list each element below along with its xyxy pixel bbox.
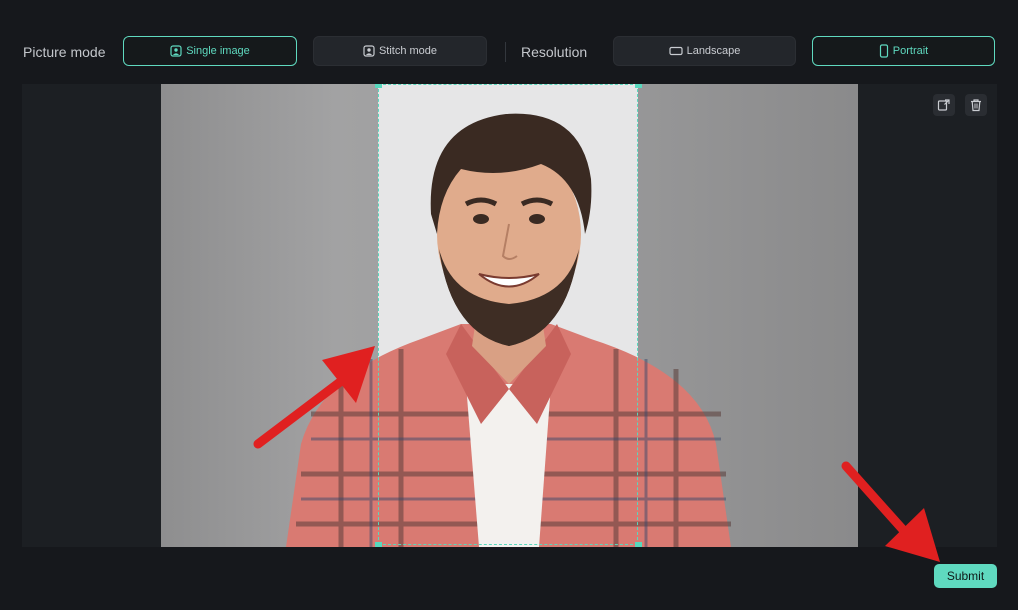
crop-frame[interactable] bbox=[378, 84, 638, 545]
image-canvas[interactable] bbox=[22, 84, 997, 547]
trash-icon[interactable] bbox=[965, 94, 987, 116]
image-person-icon bbox=[363, 45, 375, 57]
stitch-mode-label: Stitch mode bbox=[378, 45, 438, 57]
submit-button[interactable]: Submit bbox=[934, 564, 997, 588]
toolbar: Picture mode Single image Stitch mode Re… bbox=[0, 36, 1018, 68]
picture-mode-label: Picture mode bbox=[23, 44, 106, 60]
crop-handle-bottom-left[interactable] bbox=[375, 542, 382, 547]
portrait-label: Portrait bbox=[892, 45, 929, 57]
landscape-label: Landscape bbox=[686, 45, 741, 57]
portrait-button[interactable]: Portrait bbox=[812, 36, 995, 66]
single-image-label: Single image bbox=[186, 45, 250, 57]
image-person-icon bbox=[170, 45, 182, 57]
crop-handle-top-right[interactable] bbox=[635, 84, 642, 88]
landscape-button[interactable]: Landscape bbox=[613, 36, 796, 66]
crop-handle-bottom-right[interactable] bbox=[635, 542, 642, 547]
uploaded-photo bbox=[161, 84, 858, 547]
crop-handle-top-left[interactable] bbox=[375, 84, 382, 88]
portrait-ratio-icon bbox=[879, 44, 889, 58]
landscape-ratio-icon bbox=[668, 46, 683, 56]
replace-image-icon[interactable] bbox=[933, 94, 955, 116]
stitch-mode-button[interactable]: Stitch mode bbox=[313, 36, 487, 66]
toolbar-divider bbox=[505, 42, 506, 62]
single-image-button[interactable]: Single image bbox=[123, 36, 297, 66]
resolution-label: Resolution bbox=[521, 44, 588, 60]
